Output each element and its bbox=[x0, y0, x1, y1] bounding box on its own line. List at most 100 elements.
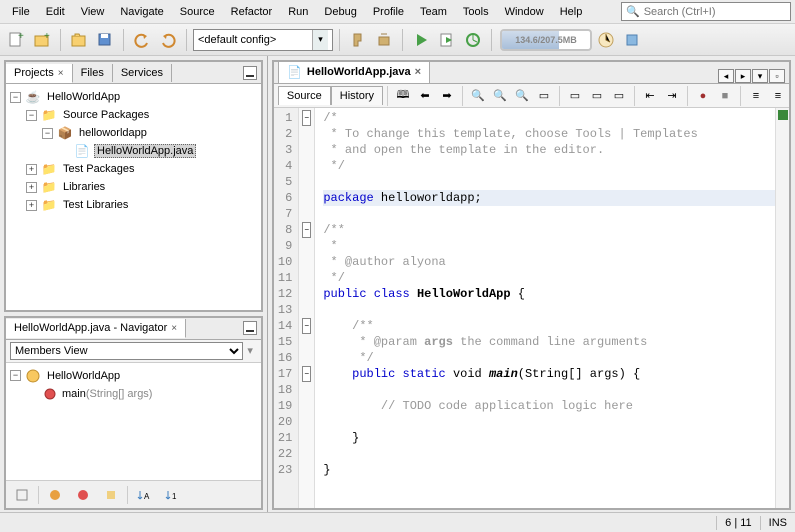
tree-source-packages[interactable]: − 📁 Source Packages bbox=[8, 106, 259, 124]
menu-window[interactable]: Window bbox=[497, 3, 552, 21]
members-view-select[interactable]: Members View bbox=[10, 342, 243, 360]
tree-package[interactable]: − 📦 helloworldapp bbox=[8, 124, 259, 142]
sort-pos-button[interactable]: 1 bbox=[160, 483, 184, 507]
menu-navigate[interactable]: Navigate bbox=[112, 3, 171, 21]
expander-icon[interactable]: − bbox=[26, 110, 37, 121]
separator bbox=[402, 29, 403, 51]
show-inherited-button[interactable] bbox=[43, 483, 67, 507]
undo-button[interactable] bbox=[130, 28, 154, 52]
close-icon[interactable]: × bbox=[171, 323, 177, 334]
nav-method[interactable]: main(String[] args) bbox=[8, 385, 259, 403]
shift-right-button[interactable]: ⇥ bbox=[661, 86, 683, 106]
clean-build-button[interactable] bbox=[372, 28, 396, 52]
comment-button[interactable]: ≡ bbox=[745, 86, 767, 106]
line-number-gutter: 1234567891011121314151617181920212223 bbox=[274, 108, 299, 508]
menu-refactor[interactable]: Refactor bbox=[223, 3, 281, 21]
expander-icon[interactable]: − bbox=[10, 92, 21, 103]
redo-button[interactable] bbox=[156, 28, 180, 52]
tree-file[interactable]: 📄 HelloWorldApp.java bbox=[8, 142, 259, 160]
folder-icon: 📁 bbox=[41, 161, 57, 177]
expander-icon[interactable]: − bbox=[10, 370, 21, 381]
memory-gauge[interactable]: 134.6/207.5MB bbox=[500, 29, 592, 51]
tree-libraries[interactable]: + 📁 Libraries bbox=[8, 178, 259, 196]
tab-list-button[interactable]: ▾ bbox=[752, 69, 768, 83]
package-icon: 📦 bbox=[57, 125, 73, 141]
minimize-button[interactable] bbox=[243, 321, 257, 335]
maximize-button[interactable]: ▫ bbox=[769, 69, 785, 83]
sort-alpha-button[interactable]: A bbox=[132, 483, 156, 507]
insert-mode: INS bbox=[769, 517, 787, 529]
tree-test-libraries[interactable]: + 📁 Test Libraries bbox=[8, 196, 259, 214]
expander-icon[interactable]: + bbox=[26, 200, 37, 211]
fold-gutter[interactable]: −−−− bbox=[299, 108, 315, 508]
expander-icon[interactable]: + bbox=[26, 182, 37, 193]
java-file-icon: 📄 bbox=[287, 64, 303, 80]
minimize-button[interactable] bbox=[243, 66, 257, 80]
new-file-button[interactable]: + bbox=[4, 28, 28, 52]
cursor-position: 6 | 11 bbox=[725, 517, 752, 529]
expander-icon[interactable]: − bbox=[42, 128, 53, 139]
files-tab[interactable]: Files bbox=[73, 64, 113, 82]
menu-profile[interactable]: Profile bbox=[365, 3, 412, 21]
tree-test-packages[interactable]: + 📁 Test Packages bbox=[8, 160, 259, 178]
run-button[interactable] bbox=[409, 28, 433, 52]
menubar: File Edit View Navigate Source Refactor … bbox=[0, 0, 795, 24]
menu-run[interactable]: Run bbox=[280, 3, 316, 21]
menu-help[interactable]: Help bbox=[552, 3, 591, 21]
separator bbox=[123, 29, 124, 51]
toggle-highlight-button[interactable]: ▭ bbox=[533, 86, 555, 106]
uncomment-button[interactable]: ≡ bbox=[767, 86, 789, 106]
toggle-bookmark-button[interactable]: ▭ bbox=[608, 86, 630, 106]
menu-file[interactable]: File bbox=[4, 3, 38, 21]
new-project-button[interactable]: + bbox=[30, 28, 54, 52]
back-button[interactable]: ⬅ bbox=[414, 86, 436, 106]
debug-button[interactable] bbox=[435, 28, 459, 52]
error-stripe[interactable] bbox=[775, 108, 789, 508]
close-icon[interactable]: × bbox=[58, 68, 64, 79]
forward-button[interactable]: ➡ bbox=[436, 86, 458, 106]
macro-stop-button[interactable]: ■ bbox=[714, 86, 736, 106]
gc-button[interactable] bbox=[594, 28, 618, 52]
prev-tab-button[interactable]: ◂ bbox=[718, 69, 734, 83]
source-subtab[interactable]: Source bbox=[278, 86, 331, 105]
editor-tab[interactable]: 📄 HelloWorldApp.java × bbox=[278, 60, 430, 83]
search-input[interactable] bbox=[644, 6, 786, 18]
project-tree[interactable]: − ☕ HelloWorldApp − 📁 Source Packages − … bbox=[6, 84, 261, 310]
quick-search[interactable]: 🔍 bbox=[621, 2, 791, 21]
menu-view[interactable]: View bbox=[73, 3, 113, 21]
shift-left-button[interactable]: ⇤ bbox=[639, 86, 661, 106]
navigator-tab[interactable]: HelloWorldApp.java - Navigator× bbox=[6, 319, 186, 338]
menu-debug[interactable]: Debug bbox=[316, 3, 364, 21]
tree-root[interactable]: − ☕ HelloWorldApp bbox=[8, 88, 259, 106]
close-icon[interactable]: × bbox=[415, 66, 421, 78]
find-next-button[interactable]: 🔍 bbox=[511, 86, 533, 106]
filter-button[interactable] bbox=[10, 483, 34, 507]
open-button[interactable] bbox=[67, 28, 91, 52]
show-static-button[interactable] bbox=[99, 483, 123, 507]
projects-tab[interactable]: Projects× bbox=[6, 64, 73, 83]
profile-button[interactable] bbox=[461, 28, 485, 52]
next-bookmark-button[interactable]: ▭ bbox=[586, 86, 608, 106]
find-prev-button[interactable]: 🔍 bbox=[489, 86, 511, 106]
menu-team[interactable]: Team bbox=[412, 3, 455, 21]
nav-class[interactable]: − HelloWorldApp bbox=[8, 367, 259, 385]
last-edit-button[interactable]: 🕮 bbox=[392, 86, 414, 106]
next-tab-button[interactable]: ▸ bbox=[735, 69, 751, 83]
prev-bookmark-button[interactable]: ▭ bbox=[564, 86, 586, 106]
plugin-button[interactable] bbox=[620, 28, 644, 52]
config-combo[interactable]: <default config> ▾ bbox=[193, 29, 333, 51]
menu-tools[interactable]: Tools bbox=[455, 3, 497, 21]
menu-edit[interactable]: Edit bbox=[38, 3, 73, 21]
expander-icon[interactable]: + bbox=[26, 164, 37, 175]
show-fields-button[interactable] bbox=[71, 483, 95, 507]
navigator-tree[interactable]: − HelloWorldApp main(String[] args) bbox=[6, 363, 261, 480]
code-editor[interactable]: 1234567891011121314151617181920212223 −−… bbox=[274, 108, 789, 508]
separator bbox=[339, 29, 340, 51]
save-all-button[interactable] bbox=[93, 28, 117, 52]
find-selection-button[interactable]: 🔍 bbox=[467, 86, 489, 106]
history-subtab[interactable]: History bbox=[331, 86, 383, 105]
services-tab[interactable]: Services bbox=[113, 64, 172, 82]
macro-record-button[interactable]: ● bbox=[692, 86, 714, 106]
menu-source[interactable]: Source bbox=[172, 3, 223, 21]
build-button[interactable] bbox=[346, 28, 370, 52]
